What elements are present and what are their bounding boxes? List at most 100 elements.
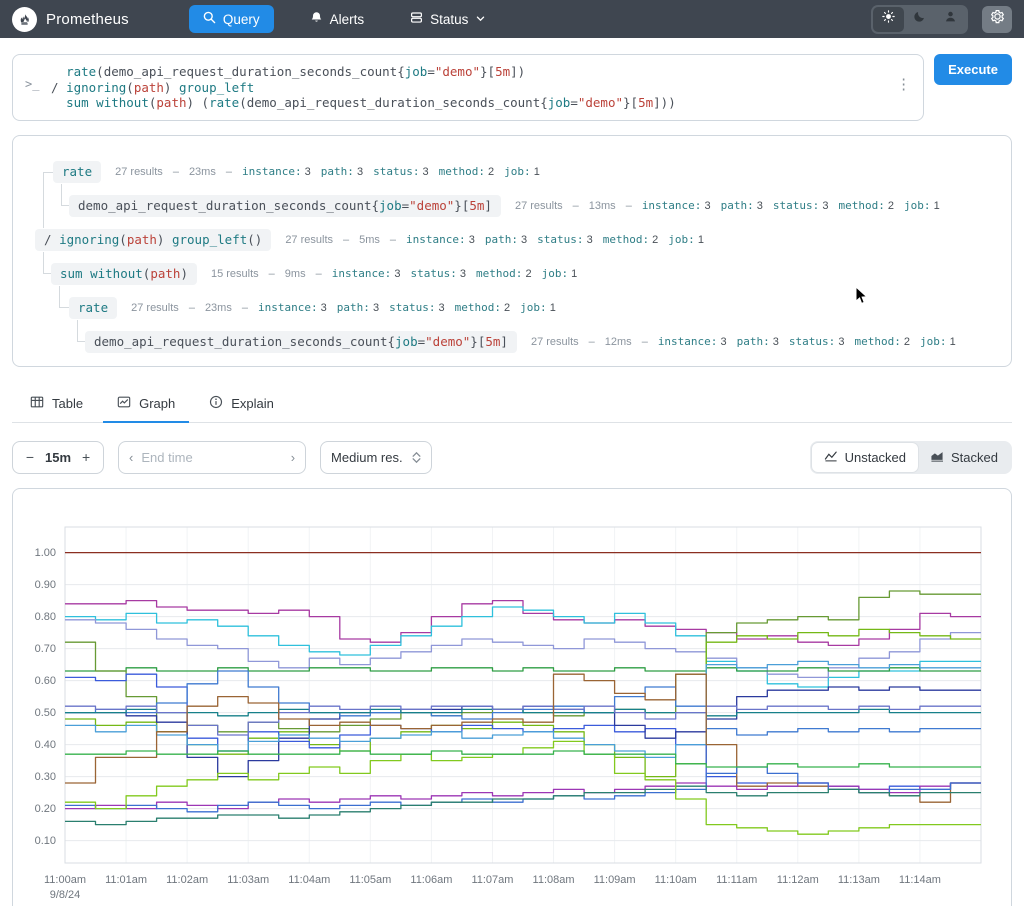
query-menu-kebab-icon[interactable]: ⋮ — [896, 75, 911, 93]
result-count: 27 results — [285, 233, 334, 246]
svg-text:11:02am: 11:02am — [166, 874, 208, 886]
select-updown-icon — [412, 451, 421, 463]
tree-node-chip[interactable]: / ignoring(path) group_left() — [35, 228, 272, 251]
settings-button[interactable] — [982, 5, 1012, 33]
eval-time: 23ms — [188, 165, 216, 178]
tab-table-label: Table — [52, 395, 84, 411]
range-increase-button[interactable]: + — [75, 449, 97, 465]
svg-text:11:13am: 11:13am — [838, 874, 880, 886]
label-cardinality: job: 1 — [504, 165, 540, 178]
tree-node-chip[interactable]: rate — [53, 160, 102, 183]
svg-text:11:05am: 11:05am — [349, 874, 391, 886]
label-cardinality: job: 1 — [668, 233, 704, 246]
tree-row: / ignoring(path) group_left() 27 results… — [35, 228, 704, 252]
graph-controls: − 15m + ‹ End time › Medium res. Unstack… — [12, 440, 1012, 474]
end-time-picker: ‹ End time › — [118, 440, 307, 474]
label-cardinality: method: 2 — [476, 267, 532, 280]
query-editor[interactable]: >_ rate(demo_api_request_duration_second… — [12, 54, 925, 121]
resolution-select[interactable]: Medium res. — [320, 440, 433, 474]
sun-icon — [882, 10, 895, 28]
stacked-button[interactable]: Stacked — [918, 443, 1010, 472]
tree-node-chip[interactable]: rate — [69, 296, 118, 319]
tab-explain[interactable]: Explain — [195, 387, 288, 422]
nav-alerts[interactable]: Alerts — [300, 5, 375, 33]
unstacked-button[interactable]: Unstacked — [811, 442, 919, 472]
label-cardinality: instance: 3 — [641, 199, 711, 212]
brand[interactable]: Prometheus — [12, 6, 129, 32]
graph-svg[interactable]: 11:00am 9/8/24 11:01am 11:02am 11:03am 11:04a… — [21, 501, 1011, 903]
tab-graph[interactable]: Graph — [103, 387, 190, 423]
label-cardinality: status: 3 — [373, 165, 429, 178]
prompt-icon: >_ — [25, 77, 40, 91]
brand-name: Prometheus — [46, 10, 129, 28]
dark-theme-button[interactable] — [904, 7, 935, 32]
tree-node-chip[interactable]: demo_api_request_duration_seconds_count{… — [69, 194, 501, 217]
execute-button[interactable]: Execute — [934, 54, 1012, 85]
label-cardinality: status: 3 — [537, 233, 593, 246]
label-cardinality: status: 3 — [772, 199, 829, 212]
result-count: 27 results — [530, 335, 579, 348]
nav-items: Query Alerts Status — [188, 5, 871, 33]
svg-text:0.20: 0.20 — [35, 803, 56, 815]
svg-text:0.40: 0.40 — [35, 739, 56, 751]
label-cardinality: job: 1 — [904, 199, 940, 212]
stack-toggle-group: Unstacked Stacked — [809, 440, 1012, 474]
nav-query[interactable]: Query — [188, 5, 274, 33]
tree-connector — [59, 285, 69, 308]
chevron-down-icon — [475, 12, 486, 27]
tree-row: demo_api_request_duration_seconds_count{… — [85, 330, 956, 354]
eval-time: 12ms — [604, 335, 632, 348]
tree-node-stats: 27 results – 23ms – instance: 3 path: 3 statu… — [131, 301, 556, 314]
navbar: Prometheus Query Alerts Status — [0, 0, 1024, 38]
svg-text:0.50: 0.50 — [35, 707, 56, 719]
search-icon — [203, 11, 216, 27]
query-line[interactable]: sum without(path) (rate(demo_api_request… — [51, 95, 889, 111]
tree-row: rate 27 results – 23ms – instance: 3 path: 3… — [69, 296, 556, 320]
tree-connector — [43, 171, 53, 228]
query-line[interactable]: / ignoring(path) group_left — [51, 80, 889, 96]
range-value[interactable]: 15m — [43, 450, 73, 465]
tree-node-stats: 27 results – 5ms – instance: 3 path: 3 status… — [285, 233, 704, 246]
query-code[interactable]: rate(demo_api_request_duration_seconds_c… — [51, 64, 889, 111]
stacked-label: Stacked — [951, 449, 998, 465]
database-icon — [410, 11, 423, 27]
nav-status-label: Status — [430, 11, 469, 27]
label-cardinality: path: 3 — [320, 165, 364, 178]
tree-node-chip[interactable]: sum without(path) — [51, 262, 197, 285]
prometheus-logo-icon — [12, 6, 37, 32]
svg-text:0.90: 0.90 — [35, 579, 56, 591]
info-icon — [209, 395, 223, 412]
nav-status[interactable]: Status — [400, 5, 496, 33]
svg-text:11:08am: 11:08am — [533, 874, 575, 886]
tab-table[interactable]: Table — [16, 387, 97, 422]
label-cardinality: method: 2 — [438, 165, 495, 178]
label-cardinality: path: 3 — [736, 335, 779, 348]
label-cardinality: job: 1 — [541, 267, 578, 280]
range-decrease-button[interactable]: − — [19, 449, 41, 465]
result-count: 27 results — [115, 165, 163, 178]
label-cardinality: job: 1 — [520, 301, 556, 314]
result-count: 27 results — [131, 301, 179, 314]
result-tabs: Table Graph Explain — [12, 387, 1012, 423]
tree-node-stats: 27 results – 12ms – instance: 3 path: 3 statu… — [530, 335, 956, 348]
graph-icon — [117, 395, 131, 412]
svg-text:11:09am: 11:09am — [594, 874, 636, 886]
main-content: >_ rate(demo_api_request_duration_second… — [0, 38, 1024, 906]
tree-node-stats: 27 results – 13ms – instance: 3 path: 3 statu… — [514, 199, 940, 212]
light-theme-button[interactable] — [873, 6, 904, 32]
query-line[interactable]: rate(demo_api_request_duration_seconds_c… — [51, 64, 889, 80]
time-forward-chevron-icon[interactable]: › — [291, 450, 295, 465]
label-cardinality: instance: 3 — [257, 301, 327, 314]
system-theme-button[interactable] — [935, 7, 966, 32]
svg-text:11:10am: 11:10am — [655, 874, 697, 886]
svg-text:11:12am: 11:12am — [777, 874, 819, 886]
label-cardinality: path: 3 — [484, 233, 528, 246]
label-cardinality: method: 2 — [854, 335, 911, 348]
tree-row: rate 27 results – 23ms – instance: 3 path: 3… — [53, 160, 540, 184]
svg-text:9/8/24: 9/8/24 — [50, 889, 81, 901]
result-count: 15 results — [210, 267, 259, 280]
label-cardinality: path: 3 — [720, 199, 763, 212]
tree-node-chip[interactable]: demo_api_request_duration_seconds_count{… — [85, 330, 517, 353]
tree-row: demo_api_request_duration_seconds_count{… — [69, 194, 940, 218]
end-time-input[interactable]: End time — [133, 450, 290, 465]
